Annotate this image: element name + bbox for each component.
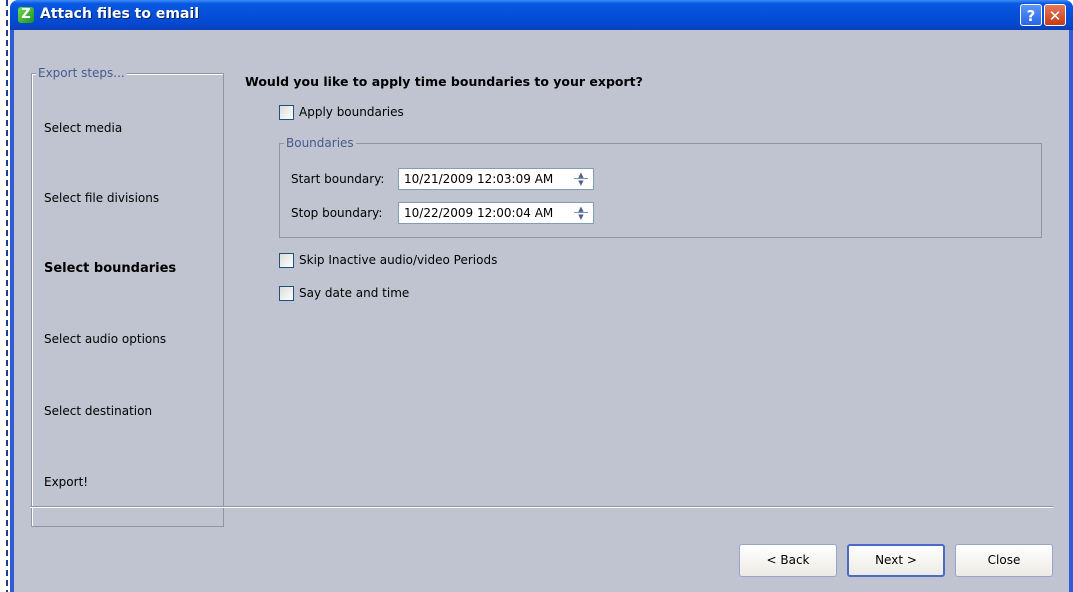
start-boundary-value[interactable]: 10/21/2009 12:03:09 AM [404,172,553,186]
step-select-audio-options: Select audio options [44,332,167,346]
step-select-destination: Select destination [44,404,153,418]
apply-boundaries-label[interactable]: Apply boundaries [299,105,404,119]
app-icon: Z [18,7,34,23]
stop-boundary-value[interactable]: 10/22/2009 12:00:04 AM [404,206,553,220]
say-date-time-label[interactable]: Say date and time [299,286,409,300]
stop-boundary-picker[interactable]: 10/22/2009 12:00:04 AM ▲ ▼ [398,202,594,224]
step-select-boundaries: Select boundaries [44,261,177,276]
export-steps-legend: Export steps... [36,66,127,80]
footer-separator [30,506,1053,508]
boundaries-question: Would you like to apply time boundaries … [245,74,643,89]
spin-down-icon[interactable]: ▼ [572,179,590,187]
start-boundary-spinner[interactable]: ▲ ▼ [572,171,590,187]
apply-boundaries-checkbox[interactable] [279,105,294,120]
stop-boundary-spinner[interactable]: ▲ ▼ [572,205,590,221]
title-bar[interactable]: Z Attach files to email ? ✕ [10,0,1073,30]
close-button[interactable]: Close [955,544,1053,577]
stop-boundary-label: Stop boundary: [291,206,383,220]
boundaries-legend: Boundaries [284,136,356,150]
export-steps-panel: Export steps... Select media Select file… [31,66,224,527]
close-window-button[interactable]: ✕ [1044,4,1066,26]
dialog-body: Export steps... Select media Select file… [14,30,1069,592]
window-title: Attach files to email [40,6,199,22]
step-select-file-divisions: Select file divisions [44,191,160,205]
step-export: Export! [44,475,89,489]
say-date-time-checkbox[interactable] [279,286,294,301]
background-window-edge [0,0,10,592]
help-button[interactable]: ? [1020,4,1042,26]
step-select-media: Select media [44,121,123,135]
start-boundary-picker[interactable]: 10/21/2009 12:03:09 AM ▲ ▼ [398,168,594,190]
boundaries-group: Boundaries Start boundary: 10/21/2009 12… [279,136,1042,238]
start-boundary-label: Start boundary: [291,172,385,186]
dialog-window: Z Attach files to email ? ✕ Export steps… [10,0,1073,592]
spin-down-icon[interactable]: ▼ [572,213,590,221]
back-button[interactable]: < Back [739,544,837,577]
skip-inactive-checkbox[interactable] [279,253,294,268]
skip-inactive-label[interactable]: Skip Inactive audio/video Periods [299,253,497,267]
next-button[interactable]: Next > [847,544,945,577]
